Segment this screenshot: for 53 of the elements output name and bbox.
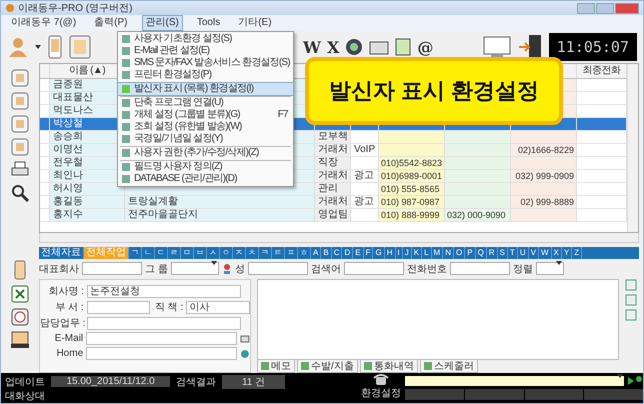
field-label: 직 책 : [154, 301, 184, 314]
search-label: 전화번호 [406, 262, 447, 276]
window-title: 이래동우-PRO (영구버전) [18, 2, 134, 15]
table-cell: 거래처 [318, 170, 348, 181]
table-cell: VoIP [354, 144, 376, 155]
table-cell: 전우철 [53, 157, 83, 168]
table-cell: 거래처 [318, 196, 348, 207]
table-cell: 02)1666-8229 [518, 145, 574, 155]
table-cell: 최인나 [53, 170, 83, 181]
table-cell: 영업팀 [318, 209, 348, 220]
search-label: 정렬 [512, 262, 533, 276]
table-cell: 전주마을골단지 [128, 209, 198, 220]
search-label: 검색어 [310, 262, 341, 276]
status-label: 검색결과 [176, 376, 216, 388]
table-cell: 직장 [318, 157, 338, 168]
table-cell: 032) 000-9090 [447, 210, 506, 220]
callout-bubble: 발신자 표시 환경설정 [305, 57, 563, 125]
table-cell: 02) 999-8889 [520, 197, 574, 207]
field-label: 부 서 : [54, 301, 84, 314]
table-cell: 010) 555-8565 [381, 184, 440, 194]
table-cell: 010)5542-8823 [381, 158, 442, 168]
table-cell: 광고 [354, 196, 374, 207]
search-label: 성 [234, 262, 245, 276]
table-cell: 032) 999-0909 [515, 171, 574, 181]
table-cell: 먹도나스 [53, 105, 93, 116]
search-label: 대표회사 [39, 262, 79, 276]
table-cell: 010) 888-9999 [381, 210, 440, 220]
search-label: 그 룹 [145, 262, 168, 276]
field-label: E-Mail [54, 333, 84, 344]
table-cell: 대표물산 [53, 92, 93, 103]
field-label: Home [55, 348, 84, 359]
table-cell: 금종원 [53, 79, 83, 90]
table-cell: 관리 [318, 183, 338, 194]
status-label: 대화상대 [5, 390, 46, 403]
table-cell: 거래처 [318, 144, 348, 155]
table-cell: 송승희 [53, 131, 83, 142]
field-label: 담당업무 : [40, 317, 84, 330]
table-cell: 모부책 [318, 131, 348, 142]
table-cell: 홍길동 [53, 196, 83, 207]
table-cell: 이명선 [53, 144, 83, 155]
table-cell: 홍지수 [53, 209, 83, 220]
status-value: 11 건 [222, 374, 285, 388]
status-label: 업데이트 [5, 376, 45, 388]
table-cell: 허시영 [53, 183, 83, 194]
table-cell: 010) 987-0987 [381, 197, 440, 207]
clock-display: 11:05:07 [548, 33, 637, 61]
field-label: 회사명 : [47, 285, 84, 298]
status-value: 15.00_2015/11/12.0 [51, 376, 170, 387]
table-cell: 광고 [354, 170, 374, 181]
status-label: 환경설정 [361, 387, 401, 400]
table-cell: 010)6989-0001 [381, 171, 442, 181]
table-cell: 박상철 [53, 118, 83, 129]
table-cell: 트랑실계활 [128, 196, 178, 207]
